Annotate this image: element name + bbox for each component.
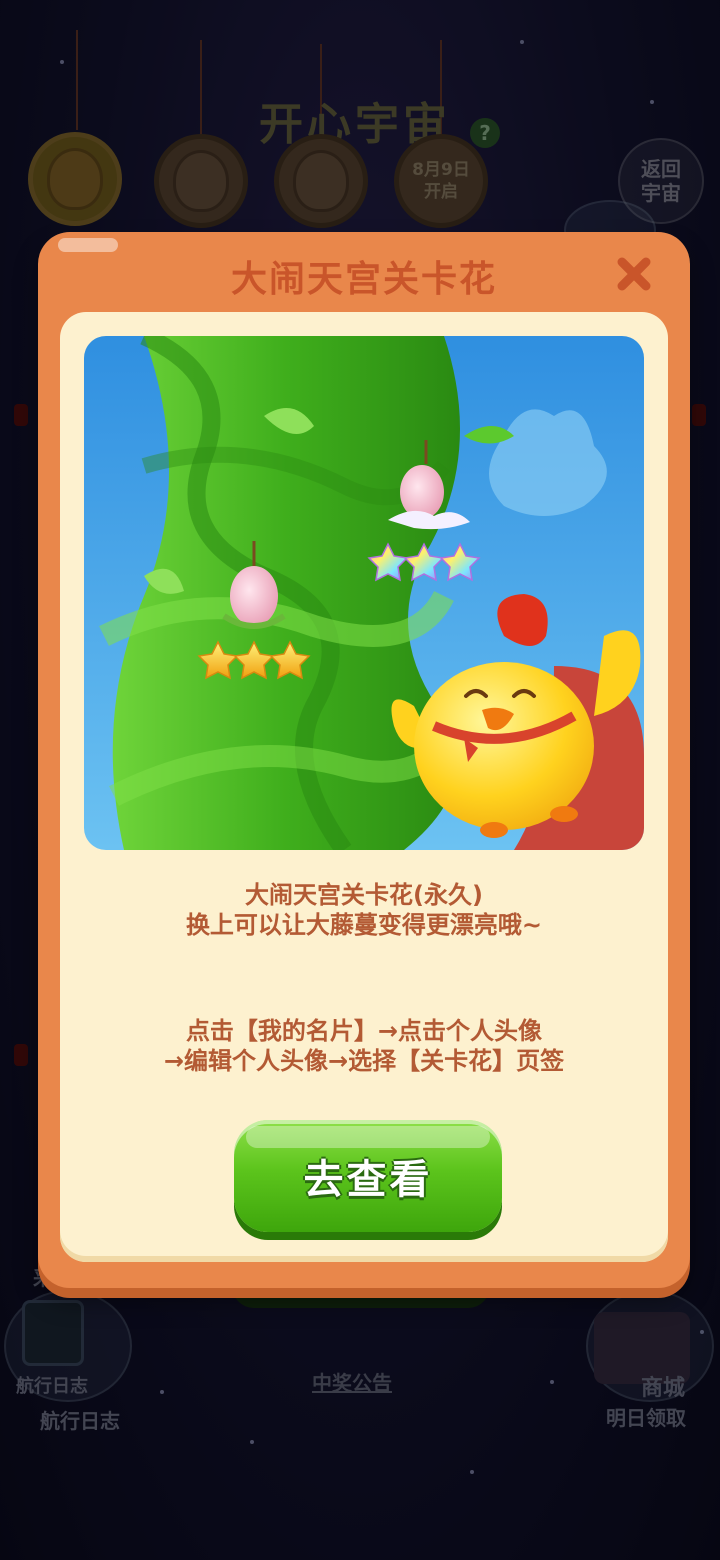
hint-text: 点击【我的名片】→点击个人头像 [185,1017,543,1045]
go-view-button[interactable]: 去查看 [234,1120,502,1232]
dialog-title: 大闹天宫关卡花 [230,259,497,300]
item-description-text: 换上可以让大藤蔓变得更漂亮哦~ [185,911,543,939]
go-view-button-label: 去查看 [303,1157,433,1203]
hint-text-2: →编辑个人头像→选择【关卡花】页签 [163,1047,565,1075]
close-icon[interactable] [612,252,656,296]
reward-dialog: 大闹天宫关卡花 大闹天宫关卡花(永久) 换上可以让大藤蔓变得更漂亮哦~ 点击【我… [38,232,690,1288]
dialog-content: 大闹天宫关卡花(永久) 换上可以让大藤蔓变得更漂亮哦~ 点击【我的名片】→点击个… [60,312,668,1262]
item-name-text: 大闹天宫关卡花(永久) [245,881,483,909]
level-flower-illustration [84,336,644,850]
